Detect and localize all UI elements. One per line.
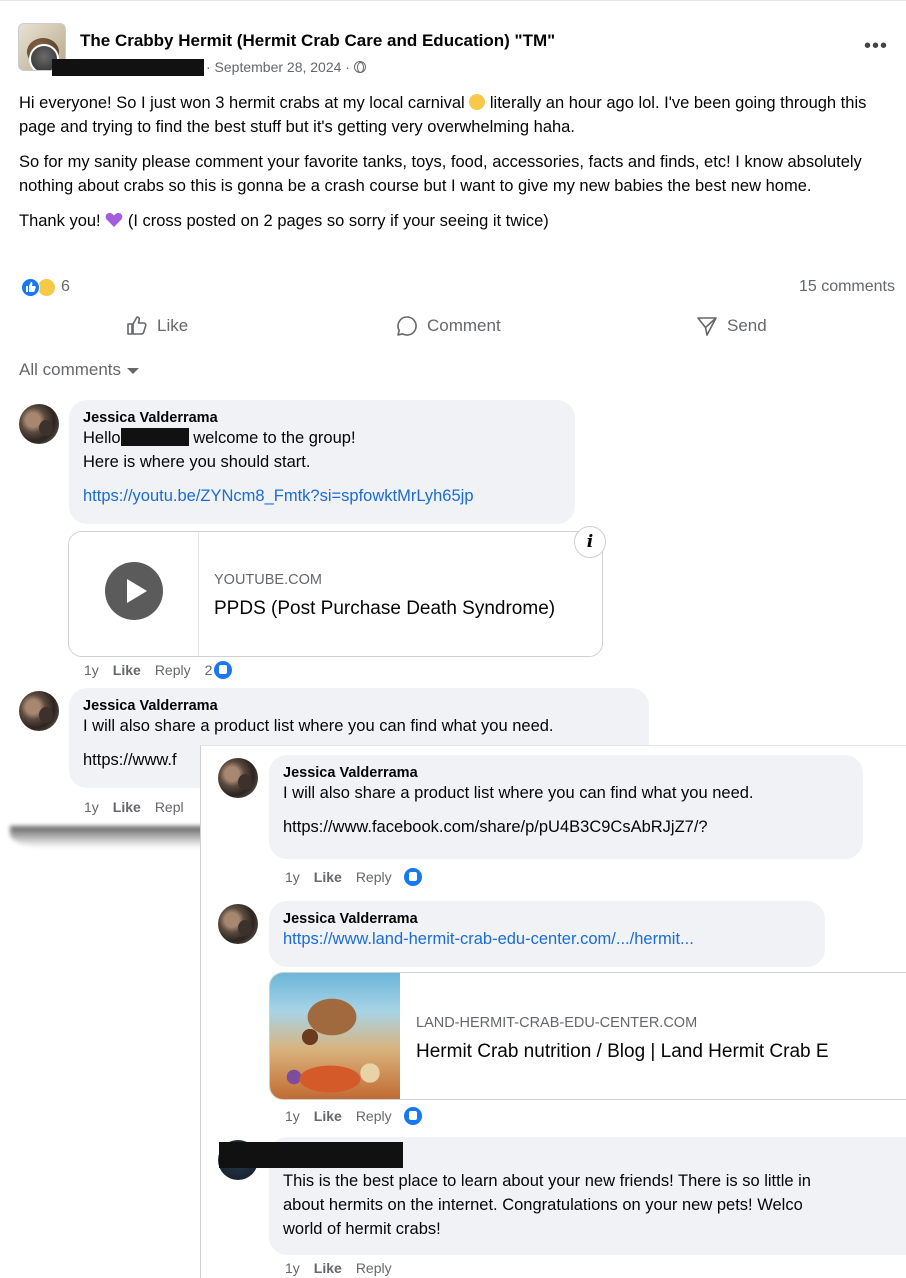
- info-icon[interactable]: i: [574, 526, 606, 558]
- link-domain: LAND-HERMIT-CRAB-EDU-CENTER.COM: [416, 1015, 698, 1031]
- comment-count[interactable]: 15 comments: [799, 278, 895, 296]
- commenter-avatar[interactable]: [218, 904, 258, 944]
- comment-reply-button[interactable]: Reply: [356, 1260, 392, 1276]
- comment-bubble-icon: [397, 316, 417, 336]
- post-paragraph-3: Thank you! (I cross posted on 2 pages so…: [19, 212, 549, 230]
- comment-reply-button[interactable]: Reply: [356, 1108, 392, 1124]
- thumbs-up-icon: [127, 316, 147, 335]
- redacted-author-name: [219, 1142, 403, 1168]
- commenter-avatar[interactable]: [19, 691, 59, 731]
- grin-sweat-emoji-icon: [469, 94, 486, 110]
- comment-bubble: Jessica Valderrama Hello welcome to the …: [69, 400, 575, 524]
- post-actions: Like Comment Send: [19, 314, 895, 342]
- comment-author[interactable]: Jessica Valderrama: [83, 698, 635, 714]
- comment-text-line-1: This is the best place to learn about yo…: [283, 1172, 811, 1190]
- comment-text-line-3: world of hermit crabs!: [283, 1220, 441, 1238]
- link-preview-card[interactable]: LAND-HERMIT-CRAB-EDU-CENTER.COM Hermit C…: [269, 972, 906, 1100]
- post-header: The Crabby Hermit (Hermit Crab Care and …: [18, 23, 898, 77]
- post-meta: · September 28, 2024 ·: [52, 57, 366, 77]
- post-paragraph-2: So for my sanity please comment your fav…: [19, 153, 862, 195]
- play-icon[interactable]: [105, 562, 163, 620]
- globe-icon: [353, 61, 366, 73]
- comment-reactions[interactable]: 2: [205, 661, 233, 679]
- commenter-avatar[interactable]: [19, 404, 59, 444]
- link-domain: YOUTUBE.COM: [214, 572, 322, 588]
- comment-text: I will also share a product list where y…: [283, 784, 754, 802]
- comment-text: Hello welcome to the group!: [83, 428, 356, 447]
- post-date[interactable]: · September 28, 2024 ·: [206, 59, 350, 75]
- video-thumbnail: [69, 532, 199, 656]
- comment-text-line-2: about hermits on the internet. Congratul…: [283, 1196, 803, 1214]
- comment-age[interactable]: 1y: [285, 1260, 300, 1276]
- reaction-count: 6: [61, 278, 70, 295]
- like-reaction-icon: [21, 278, 40, 297]
- group-name[interactable]: The Crabby Hermit (Hermit Crab Care and …: [80, 31, 555, 51]
- overlay-screenshot: Jessica Valderrama I will also share a p…: [200, 745, 906, 1278]
- post-body: Hi everyone! So I just won 3 hermit crab…: [19, 91, 889, 244]
- purple-heart-icon: [105, 213, 123, 227]
- comment-like-button[interactable]: Like: [113, 799, 141, 815]
- comment-author[interactable]: Jessica Valderrama: [283, 911, 811, 927]
- link-title: PPDS (Post Purchase Death Syndrome): [214, 598, 556, 619]
- comment-meta: 1y Like Reply: [285, 1260, 392, 1276]
- like-badge-icon[interactable]: [403, 868, 422, 886]
- comment-text: I will also share a product list where y…: [83, 717, 554, 735]
- comment-age[interactable]: 1y: [84, 799, 99, 815]
- comment-age[interactable]: 1y: [285, 869, 300, 885]
- comment-meta: 1y Like Reply: [285, 868, 422, 886]
- comment-bubble: Jessica Valderrama I will also share a p…: [269, 755, 863, 859]
- link-title: Hermit Crab nutrition / Blog | Land Herm…: [416, 1041, 829, 1062]
- screenshot-shadow: [10, 826, 210, 848]
- comment-age[interactable]: 1y: [285, 1108, 300, 1124]
- comment-like-button[interactable]: Like: [314, 869, 342, 885]
- post-card: The Crabby Hermit (Hermit Crab Care and …: [0, 0, 906, 828]
- like-badge-icon[interactable]: [403, 1107, 422, 1125]
- like-button[interactable]: Like: [125, 314, 188, 338]
- comment-reply-button[interactable]: Reply: [356, 869, 392, 885]
- comment-author[interactable]: Jessica Valderrama: [283, 765, 849, 781]
- comment-filter-dropdown[interactable]: All comments: [19, 360, 140, 380]
- comment-reply-button[interactable]: Reply: [155, 662, 191, 678]
- comment-age[interactable]: 1y: [84, 662, 99, 678]
- comment-link[interactable]: https://www.facebook.com/share/p/pU4B3C9…: [283, 815, 849, 839]
- reaction-summary[interactable]: 6 15 comments: [19, 277, 895, 299]
- redacted-name: [120, 428, 189, 446]
- comment-author[interactable]: Jessica Valderrama: [83, 410, 561, 426]
- comment-bubble: Jessica Valderrama https://www.land-herm…: [269, 901, 825, 967]
- hermit-crab-thumbnail: [270, 973, 400, 1099]
- comment-button[interactable]: Comment: [395, 314, 501, 338]
- comment-reply-button[interactable]: Repl: [155, 799, 184, 815]
- chevron-down-icon: [127, 368, 140, 374]
- comment-meta: 1y Like Reply 2: [84, 661, 233, 679]
- redacted-author-name: [52, 58, 204, 76]
- comment-text-line-2: Here is where you should start.: [83, 453, 311, 471]
- comment-like-button[interactable]: Like: [113, 662, 141, 678]
- more-options-icon[interactable]: •••: [864, 35, 888, 58]
- comment-like-button[interactable]: Like: [314, 1260, 342, 1276]
- send-button[interactable]: Send: [695, 314, 767, 338]
- link-preview-card[interactable]: YOUTUBE.COM PPDS (Post Purchase Death Sy…: [68, 531, 603, 657]
- post-paragraph-1: Hi everyone! So I just won 3 hermit crab…: [19, 94, 867, 136]
- comment-link[interactable]: https://www.land-hermit-crab-edu-center.…: [283, 927, 811, 951]
- send-icon: [697, 317, 717, 336]
- like-badge-icon: [214, 661, 233, 679]
- commenter-avatar[interactable]: [218, 758, 258, 798]
- comment-meta: 1y Like Reply: [285, 1107, 422, 1125]
- comment-like-button[interactable]: Like: [314, 1108, 342, 1124]
- comment-link[interactable]: https://youtu.be/ZYNcm8_Fmtk?si=spfowktM…: [83, 484, 561, 508]
- comment-meta: 1y Like Repl: [84, 799, 184, 815]
